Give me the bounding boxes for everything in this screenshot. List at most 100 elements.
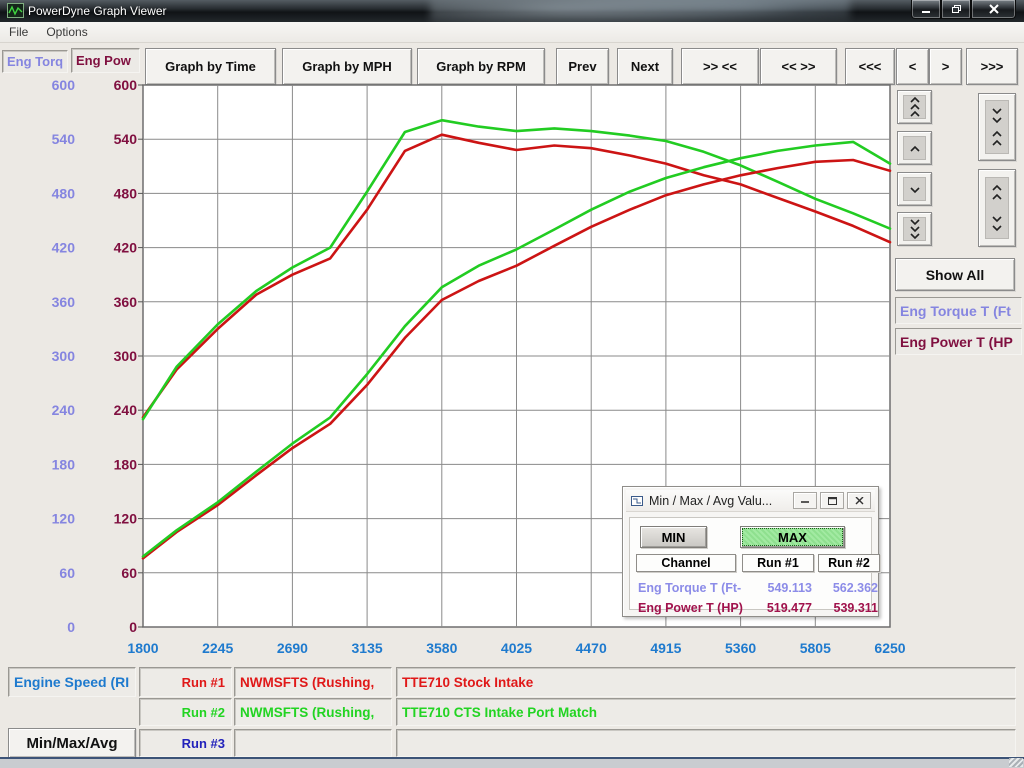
run2-label-box[interactable]: Run #2 [139, 698, 232, 726]
dialog-title-bar[interactable]: Min / Max / Avg Valu... [626, 490, 875, 512]
close-icon [989, 4, 999, 14]
rpm-axis-tick-label: 2245 [202, 640, 233, 656]
expand-scale-button[interactable] [978, 169, 1016, 247]
triple-chevron-up-icon [903, 95, 926, 119]
curve-run-2-eng-torque-ft-lbs- [143, 120, 890, 419]
graph-by-mph-button[interactable]: Graph by MPH [282, 48, 412, 85]
run2-description-box: TTE710 CTS Intake Port Match [396, 698, 1016, 726]
power-axis-tick-label: 0 [129, 619, 137, 635]
torque-run2-max: 562.362 [808, 581, 878, 595]
menu-options[interactable]: Options [46, 25, 87, 39]
graph-by-rpm-button[interactable]: Graph by RPM [417, 48, 545, 85]
run1-file-box: NWMSFTS (Rushing, [234, 667, 392, 697]
power-axis-tick-label: 420 [114, 240, 138, 256]
min-max-avg-button[interactable]: Min/Max/Avg [8, 728, 136, 758]
chevron-up-icon [903, 136, 926, 160]
dialog-title: Min / Max / Avg Valu... [649, 494, 772, 508]
power-axis-tick-label: 540 [114, 131, 138, 147]
restore-icon [951, 4, 962, 14]
torque-axis-tick-label: 0 [67, 619, 75, 635]
torque-run1-max: 549.113 [742, 581, 812, 595]
dialog-body: MIN MAX Channel Run #1 Run #2 Eng Torque… [629, 517, 872, 610]
close-button[interactable] [971, 0, 1016, 19]
zoom-in-button[interactable]: >> << [681, 48, 759, 85]
graph-by-time-button[interactable]: Graph by Time [145, 48, 276, 85]
collapse-scale-button[interactable] [978, 93, 1016, 161]
dialog-close-icon [855, 497, 864, 505]
power-axis-tick-label: 60 [121, 565, 137, 581]
power-axis-tick-label: 480 [114, 185, 138, 201]
minimize-button[interactable] [911, 0, 941, 19]
power-axis-tick-label: 240 [114, 402, 138, 418]
scroll-up-fast-button[interactable] [897, 90, 932, 124]
triple-chevron-down-icon [903, 217, 926, 241]
dialog-maximize-button[interactable] [820, 492, 844, 509]
curve-run-1-eng-torque-ft-lbs- [143, 135, 890, 418]
torque-channel-label[interactable]: Eng Torque T (Ft [895, 297, 1022, 324]
max-tab-button[interactable]: MAX [740, 526, 845, 548]
menu-file[interactable]: File [9, 25, 28, 39]
power-axis-tick-label: 600 [114, 78, 138, 93]
scroll-down-button[interactable] [897, 172, 932, 206]
rpm-axis-tick-label: 1800 [127, 640, 158, 656]
power-channel-label[interactable]: Eng Power T (HP [895, 328, 1022, 355]
title-bar: PowerDyne Graph Viewer [0, 0, 1024, 22]
rpm-axis-tick-label: 3580 [426, 640, 457, 656]
run3-description-box [396, 729, 1016, 757]
app-icon [7, 3, 24, 18]
next-button[interactable]: Next [617, 48, 673, 85]
torque-axis-tick-label: 240 [52, 402, 76, 418]
go-last-button[interactable]: >>> [966, 48, 1018, 85]
power-row-channel: Eng Power T (HP) [638, 601, 743, 615]
power-axis-tick-label: 120 [114, 511, 138, 527]
power-axis-tick-label: 180 [114, 456, 138, 472]
x-axis-channel-box[interactable]: Engine Speed (RI [8, 667, 136, 697]
step-forward-button[interactable]: > [929, 48, 962, 85]
rpm-axis-tick-label: 4915 [650, 640, 681, 656]
torque-axis-tick-label: 120 [52, 511, 76, 527]
run1-column-header: Run #1 [742, 554, 814, 572]
zoom-out-button[interactable]: << >> [760, 48, 837, 85]
minimize-icon [921, 5, 931, 14]
torque-row-channel: Eng Torque T (Ft- [638, 581, 741, 595]
torque-axis-tick-label: 300 [52, 348, 76, 364]
show-all-button[interactable]: Show All [895, 258, 1015, 291]
power-axis-tick-label: 360 [114, 294, 138, 310]
torque-axis-tick-label: 360 [52, 294, 76, 310]
scroll-up-button[interactable] [897, 131, 932, 165]
resize-grip-icon[interactable] [1009, 758, 1023, 767]
chevrons-collapse-icon [985, 100, 1009, 154]
min-max-avg-dialog[interactable]: Min / Max / Avg Valu... MIN MAX Channel … [622, 486, 879, 617]
rpm-axis-tick-label: 5360 [725, 640, 756, 656]
eng-power-axis-toggle[interactable]: Eng Pow [71, 48, 140, 73]
eng-torque-axis-toggle[interactable]: Eng Torq [2, 50, 68, 73]
torque-axis-tick-label: 60 [59, 565, 75, 581]
go-first-button[interactable]: <<< [845, 48, 895, 85]
torque-axis-tick-label: 480 [52, 185, 76, 201]
rpm-axis-tick-label: 3135 [352, 640, 383, 656]
scroll-down-fast-button[interactable] [897, 212, 932, 246]
rpm-axis-tick-label: 4025 [501, 640, 532, 656]
dialog-minimize-icon [801, 497, 809, 504]
dialog-close-button[interactable] [847, 492, 871, 509]
rpm-axis-tick-label: 5805 [800, 640, 831, 656]
run1-label-box[interactable]: Run #1 [139, 667, 232, 697]
run3-label-box[interactable]: Run #3 [139, 729, 232, 757]
dialog-minimize-button[interactable] [793, 492, 817, 509]
restore-button[interactable] [941, 0, 971, 19]
step-back-button[interactable]: < [896, 48, 929, 85]
dialog-maximize-icon [828, 497, 837, 505]
chevron-down-icon [903, 177, 926, 201]
torque-axis-tick-label: 420 [52, 240, 76, 256]
menu-bar: File Options [0, 22, 1024, 43]
prev-button[interactable]: Prev [556, 48, 609, 85]
run3-file-box [234, 729, 392, 757]
power-run2-max: 539.311 [808, 601, 878, 615]
window-title: PowerDyne Graph Viewer [28, 4, 167, 18]
min-tab-button[interactable]: MIN [640, 526, 707, 548]
window-bottom-border [0, 757, 1024, 768]
run2-column-header: Run #2 [818, 554, 880, 572]
torque-axis-tick-label: 600 [52, 78, 76, 93]
run2-file-box: NWMSFTS (Rushing, [234, 698, 392, 726]
power-run1-max: 519.477 [742, 601, 812, 615]
